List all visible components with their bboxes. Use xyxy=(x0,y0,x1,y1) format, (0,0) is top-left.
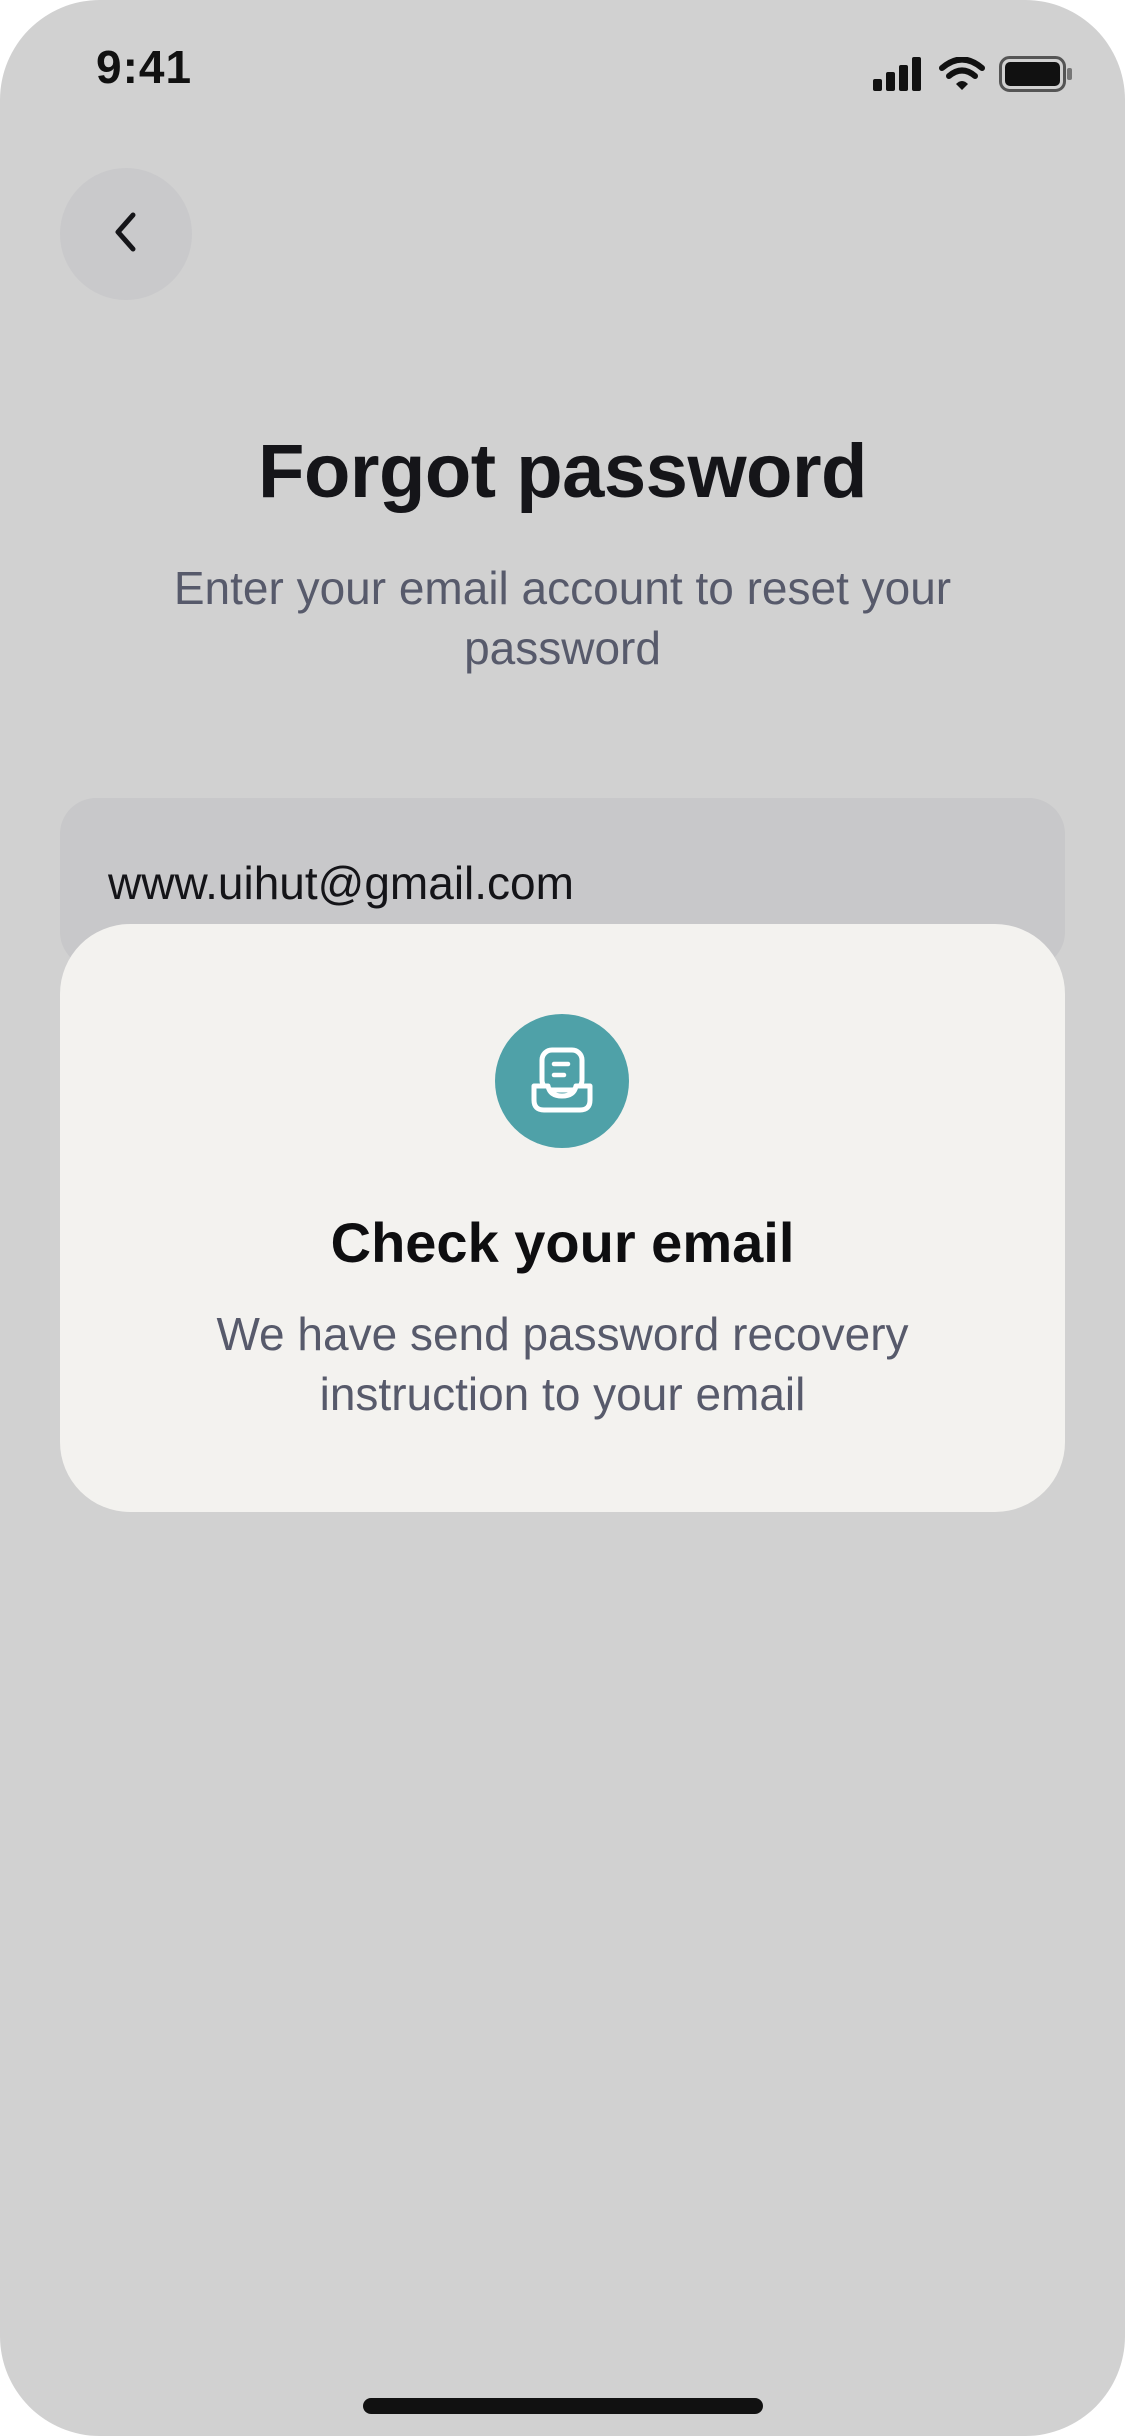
dialog-title: Check your email xyxy=(330,1211,795,1274)
inbox-icon xyxy=(495,1014,629,1148)
check-email-dialog: Check your email We have send password r… xyxy=(60,924,1065,1512)
dialog-message: We have send password recovery instructi… xyxy=(216,1308,909,1420)
email-value[interactable]: www.uihut@gmail.com xyxy=(108,856,574,910)
back-button[interactable] xyxy=(60,168,192,300)
battery-icon xyxy=(999,55,1073,97)
signal-icon xyxy=(873,56,925,96)
status-time: 9:41 xyxy=(96,41,193,93)
page-subtitle: Enter your email account to reset your p… xyxy=(173,562,952,674)
status-icons xyxy=(873,55,1073,97)
chevron-left-icon xyxy=(109,210,143,259)
phone-screen: 9:41 Forgot password Enter your email ac… xyxy=(0,0,1125,2436)
wifi-icon xyxy=(939,56,985,96)
page-title: Forgot password xyxy=(258,429,867,514)
home-indicator[interactable] xyxy=(363,2398,763,2414)
